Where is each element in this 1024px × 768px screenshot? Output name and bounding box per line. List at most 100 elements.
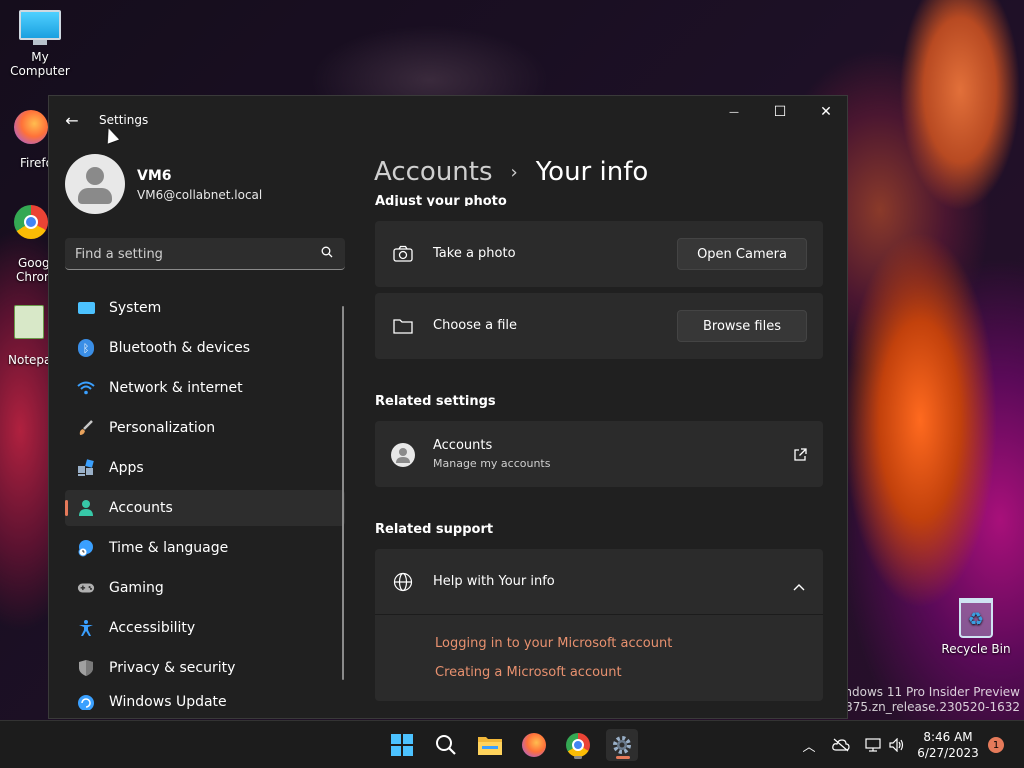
globe-clock-icon [77,539,95,557]
desktop-icon-label: Chron [16,270,52,284]
windows-logo-icon [391,734,413,756]
network-wired-icon [865,738,881,752]
choose-file-label: Choose a file [433,318,518,333]
chrome-button[interactable] [562,729,594,761]
wifi-icon [77,379,95,397]
desktop-icon-my-computer[interactable]: My Computer [2,10,78,78]
sidebar-item-accessibility[interactable]: Accessibility [65,610,345,646]
maximize-button[interactable]: ☐ [757,96,803,128]
folder-icon [478,737,502,755]
user-email: VM6@collabnet.local [137,188,263,202]
sidebar-item-label: Accessibility [109,620,196,636]
close-button[interactable]: ✕ [803,96,847,128]
update-icon [77,694,95,710]
sidebar-item-gaming[interactable]: Gaming [65,570,345,606]
notification-badge[interactable]: 1 [988,737,1004,753]
globe-icon [393,572,413,592]
firefox-desktop-icon[interactable] [14,110,48,144]
user-name: VM6 [137,168,172,184]
sidebar-item-label: Network & internet [109,380,243,396]
sidebar-item-label: Apps [109,460,144,476]
desktop-icon-label: Recycle Bin [941,642,1011,656]
browse-files-button[interactable]: Browse files [677,310,807,342]
take-photo-card: Take a photo Open Camera [375,221,823,287]
sidebar-item-personalization[interactable]: Personalization [65,410,345,446]
open-camera-button[interactable]: Open Camera [677,238,807,270]
sidebar-item-bluetooth[interactable]: ᛒ Bluetooth & devices [65,330,345,366]
desktop-icon-label: My Computer [10,50,70,78]
settings-taskbar-button[interactable] [606,729,638,761]
running-indicator [574,756,582,759]
onedrive-tray-button[interactable] [830,721,852,768]
gear-icon [613,736,631,754]
breadcrumb: Accounts › Your info [374,154,648,190]
recycle-bin-icon: ♻ [959,598,993,638]
sidebar-item-label: Time & language [109,540,229,556]
chevron-right-icon: › [510,161,518,183]
section-title-related-settings: Related settings [375,394,496,409]
clock-date: 6/27/2023 [917,746,979,760]
search-box[interactable] [65,238,345,270]
sidebar-item-time-language[interactable]: Time & language [65,530,345,566]
sidebar-scrollbar[interactable] [342,306,344,680]
avatar[interactable] [65,154,125,214]
help-your-info-label: Help with Your info [433,574,555,589]
search-input[interactable] [75,244,305,264]
volume-tray-button[interactable] [886,721,908,768]
sidebar-item-label: System [109,300,162,316]
watermark-line-1: Windows 11 Pro Insider Preview [829,685,1020,699]
sidebar-item-system[interactable]: System [65,290,345,326]
back-button[interactable]: ← [61,109,83,131]
minimize-button[interactable]: — [711,96,757,128]
camera-icon [393,244,413,264]
desktop-icon-label: Notepa [8,353,52,367]
notepad-desktop-icon[interactable] [14,305,44,339]
help-expander-header[interactable]: Help with Your info [375,549,823,615]
taskbar: ︿ 8:46 AM 6/27/2023 1 [0,720,1024,768]
sidebar-item-label: Accounts [109,500,173,516]
sidebar-item-apps[interactable]: Apps [65,450,345,486]
related-accounts-card[interactable]: Accounts Manage my accounts [375,421,823,487]
sidebar-item-privacy-security[interactable]: Privacy & security [65,650,345,686]
chevron-up-icon[interactable] [793,576,805,591]
taskbar-search-button[interactable] [430,729,462,761]
related-accounts-label: Accounts [433,438,493,453]
bluetooth-icon: ᛒ [77,339,95,357]
show-hidden-icons-button[interactable]: ︿ [798,721,820,768]
accessibility-icon [77,619,95,637]
sidebar-item-network[interactable]: Network & internet [65,370,345,406]
firefox-icon [522,733,546,757]
sidebar-item-label: Personalization [109,420,216,436]
search-icon[interactable] [321,246,333,258]
start-button[interactable] [386,729,418,761]
link-creating-account[interactable]: Creating a Microsoft account [435,665,622,680]
network-tray-button[interactable] [862,721,884,768]
taskbar-clock[interactable]: 8:46 AM 6/27/2023 [908,729,988,761]
desktop-icon-recycle-bin[interactable]: ♻ Recycle Bin [938,598,1014,656]
breadcrumb-parent[interactable]: Accounts [374,157,493,187]
monitor-icon [77,299,95,317]
active-indicator [616,756,630,759]
link-logging-in[interactable]: Logging in to your Microsoft account [435,636,672,651]
apps-icon [77,459,95,477]
external-link-icon [793,447,807,461]
chrome-desktop-icon[interactable] [14,205,48,239]
sidebar-item-label: Bluetooth & devices [109,340,251,356]
arrow-left-icon: ← [65,110,79,130]
choose-file-card: Choose a file Browse files [375,293,823,359]
file-explorer-button[interactable] [474,729,506,761]
sidebar-item-accounts[interactable]: Accounts [65,490,345,526]
sidebar-item-windows-update[interactable]: Windows Update [65,690,345,710]
chevron-up-icon: ︿ [802,739,816,755]
user-profile[interactable]: VM6 VM6@collabnet.local [65,154,365,214]
desktop-icon-label: Goog [18,256,50,270]
search-icon [436,735,456,755]
title-bar[interactable]: ← Settings — ☐ ✕ [49,96,847,140]
gamepad-icon [77,579,95,597]
folder-icon [393,316,413,336]
take-photo-label: Take a photo [433,246,516,261]
section-title-adjust-photo: Adjust your photo [375,194,507,206]
close-icon: ✕ [820,104,832,120]
settings-window: ← Settings — ☐ ✕ VM6 VM6@collabnet.local… [48,95,848,719]
firefox-button[interactable] [518,729,550,761]
